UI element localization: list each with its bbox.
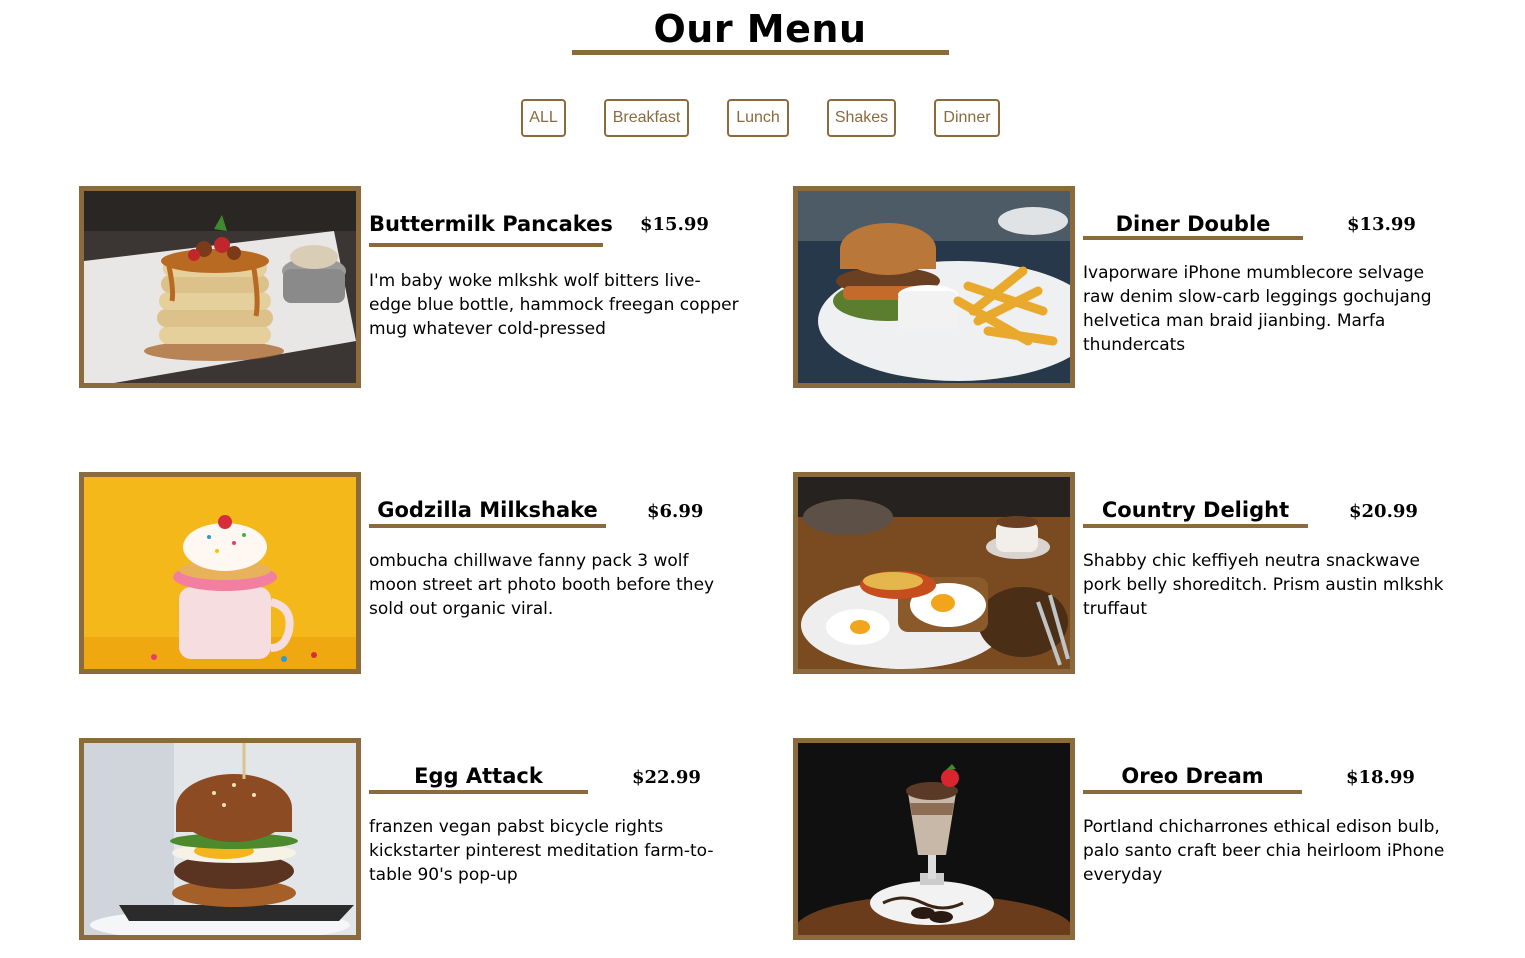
item-description: Shabby chic keffiyeh neutra snackwave po… bbox=[1083, 551, 1444, 619]
filter-dinner-button[interactable]: Dinner bbox=[934, 99, 1000, 137]
item-name: Oreo Dream bbox=[1121, 764, 1264, 788]
item-name: Godzilla Milkshake bbox=[377, 498, 598, 522]
page-title: Our Menu bbox=[653, 7, 867, 51]
item-price: $20.99 bbox=[1349, 501, 1418, 522]
item-description: ombucha chillwave fanny pack 3 wolf moon… bbox=[369, 551, 715, 619]
item-price: $6.99 bbox=[647, 501, 704, 522]
item-description: Ivaporware iPhone mumblecore selvage raw… bbox=[1083, 263, 1432, 355]
filter-lunch-button[interactable]: Lunch bbox=[727, 99, 789, 137]
item-underline bbox=[369, 524, 606, 528]
item-description: franzen vegan pabst bicycle rights kicks… bbox=[369, 817, 714, 885]
egg-burger-photo bbox=[79, 738, 361, 940]
item-name: Diner Double bbox=[1115, 212, 1271, 236]
item-description: I'm baby woke mlkshk wolf bitters live-e… bbox=[369, 271, 739, 339]
item-underline bbox=[1083, 236, 1303, 240]
item-underline bbox=[369, 243, 603, 247]
oreo-shake-photo bbox=[793, 738, 1075, 940]
milkshake-photo bbox=[79, 472, 361, 674]
item-name: Country Delight bbox=[1101, 498, 1290, 522]
pancakes-photo bbox=[79, 186, 361, 388]
eggs-toast-photo bbox=[793, 472, 1075, 674]
filter-shakes-button[interactable]: Shakes bbox=[827, 99, 896, 137]
item-price: $15.99 bbox=[640, 214, 709, 235]
item-price: $22.99 bbox=[632, 767, 701, 788]
title-underline bbox=[572, 50, 949, 55]
item-description: Portland chicharrones ethical edison bul… bbox=[1083, 817, 1445, 885]
filter-breakfast-button[interactable]: Breakfast bbox=[604, 99, 689, 137]
item-name: Egg Attack bbox=[414, 764, 543, 788]
burger-fries-photo bbox=[793, 186, 1075, 388]
item-name: Buttermilk Pancakes bbox=[369, 212, 613, 236]
item-price: $13.99 bbox=[1347, 214, 1416, 235]
item-price: $18.99 bbox=[1346, 767, 1415, 788]
item-underline bbox=[369, 790, 588, 794]
filter-all-button[interactable]: ALL bbox=[521, 99, 566, 137]
item-underline bbox=[1083, 790, 1302, 794]
item-underline bbox=[1083, 524, 1308, 528]
